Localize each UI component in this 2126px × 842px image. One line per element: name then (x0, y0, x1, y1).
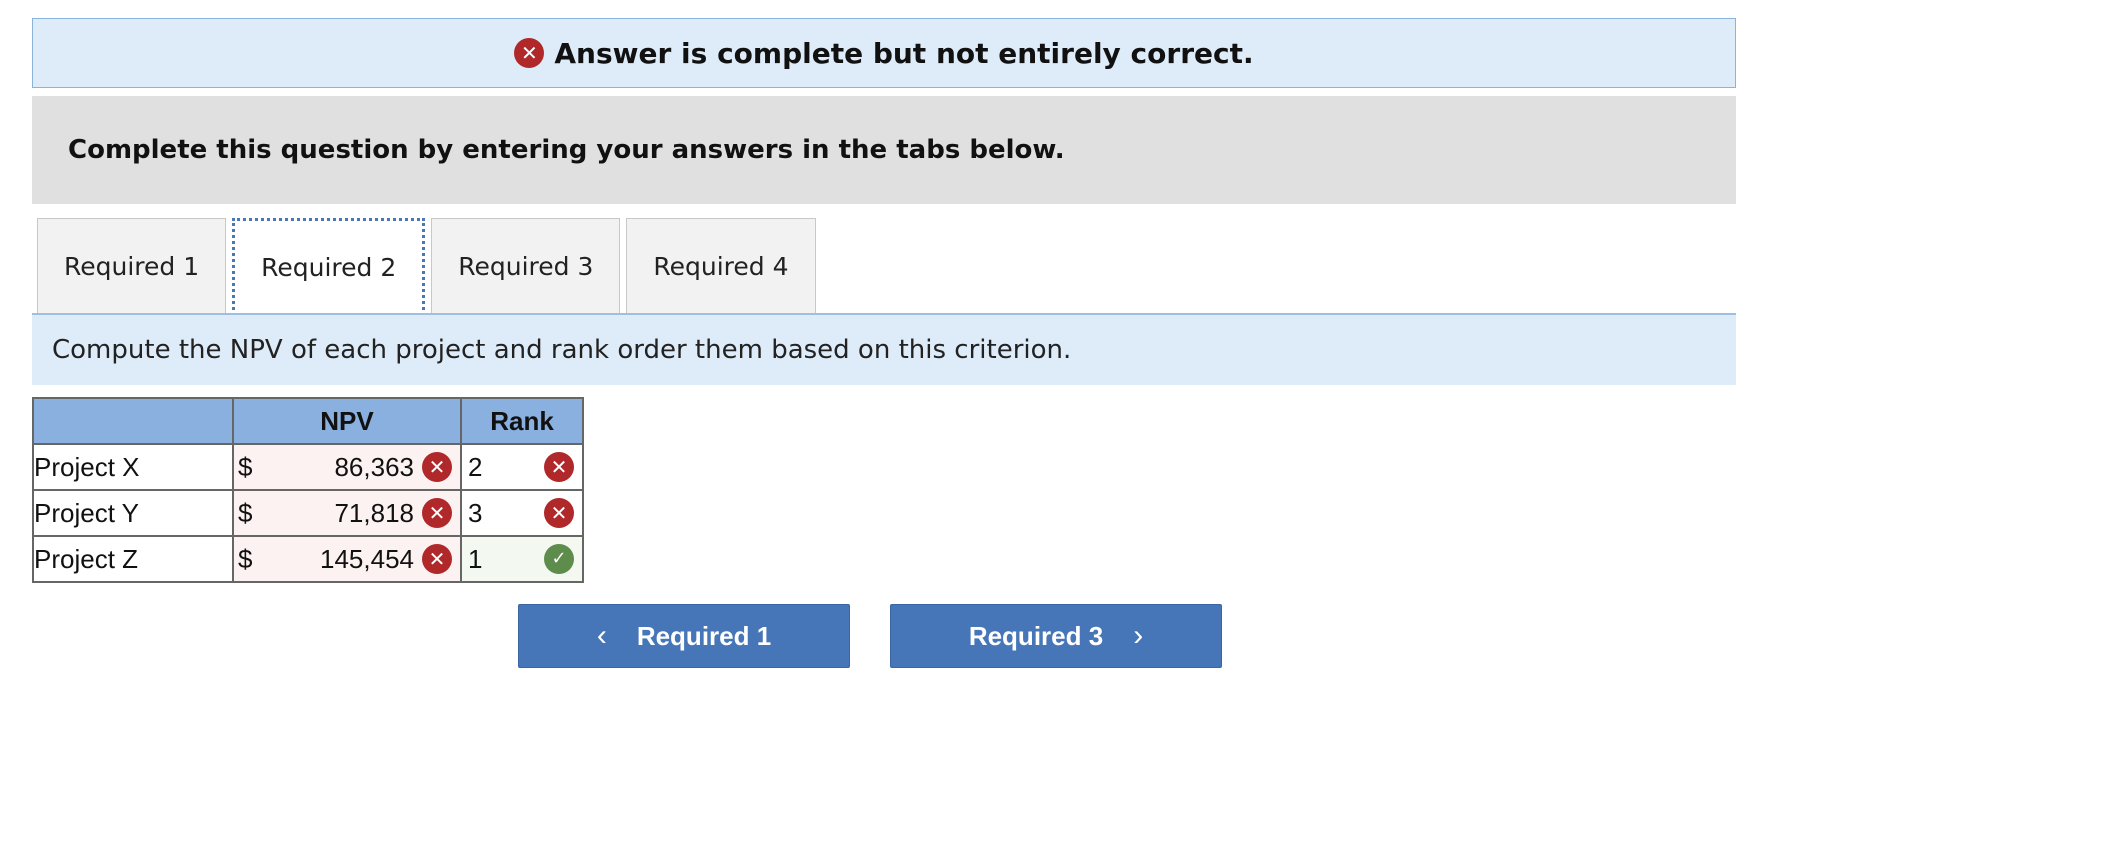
rank-input[interactable]: 1 ✓ (460, 535, 584, 583)
table-header-row: NPV Rank (32, 397, 584, 445)
feedback-text: Answer is complete but not entirely corr… (554, 36, 1254, 70)
feedback-banner: ✕ Answer is complete but not entirely co… (32, 18, 1736, 88)
npv-value: 86,363 (334, 451, 414, 482)
tab-required-3[interactable]: Required 3 (431, 218, 621, 314)
incorrect-icon: ✕ (422, 498, 452, 528)
project-name: Project Z (32, 535, 234, 583)
chevron-right-icon: › (1133, 619, 1144, 652)
npv-table: NPV Rank Project X $ 86,363 ✕ 2 ✕ Projec… (32, 397, 584, 583)
rank-value: 1 (468, 543, 483, 574)
chevron-left-icon: ‹ (596, 619, 607, 652)
npv-value: 145,454 (320, 543, 414, 574)
tab-label: Required 3 (458, 252, 594, 281)
currency-symbol: $ (238, 451, 253, 482)
tab-bar: Required 1 Required 2 Required 3 Require… (37, 218, 816, 316)
incorrect-icon: ✕ (544, 498, 574, 528)
question-prompt: Compute the NPV of each project and rank… (32, 315, 1736, 385)
tab-label: Required 1 (64, 252, 200, 281)
previous-button-label: Required 1 (636, 620, 772, 651)
npv-input[interactable]: $ 86,363 ✕ (232, 443, 462, 491)
instruction-panel: Complete this question by entering your … (32, 96, 1736, 204)
tab-required-4[interactable]: Required 4 (626, 218, 816, 314)
table-row: Project Y $ 71,818 ✕ 3 ✕ (32, 489, 584, 537)
project-name: Project Y (32, 489, 234, 537)
currency-symbol: $ (238, 543, 253, 574)
rank-input[interactable]: 3 ✕ (460, 489, 584, 537)
rank-value: 3 (468, 497, 483, 528)
tab-required-2[interactable]: Required 2 (232, 218, 426, 316)
header-npv: NPV (232, 397, 462, 445)
table-row: Project X $ 86,363 ✕ 2 ✕ (32, 443, 584, 491)
prompt-text: Compute the NPV of each project and rank… (52, 335, 1072, 365)
npv-input[interactable]: $ 145,454 ✕ (232, 535, 462, 583)
npv-input[interactable]: $ 71,818 ✕ (232, 489, 462, 537)
previous-tab-button[interactable]: ‹ Required 1 (518, 604, 850, 668)
incorrect-icon: ✕ (422, 452, 452, 482)
incorrect-icon: ✕ (544, 452, 574, 482)
project-name: Project X (32, 443, 234, 491)
header-project (32, 397, 234, 445)
instruction-text: Complete this question by entering your … (68, 135, 1065, 165)
currency-symbol: $ (238, 497, 253, 528)
header-rank: Rank (460, 397, 584, 445)
error-icon: ✕ (514, 38, 545, 68)
next-button-label: Required 3 (968, 620, 1104, 651)
checkmark-icon: ✓ (544, 544, 574, 574)
rank-value: 2 (468, 451, 483, 482)
rank-input[interactable]: 2 ✕ (460, 443, 584, 491)
incorrect-icon: ✕ (422, 544, 452, 574)
npv-value: 71,818 (334, 497, 414, 528)
next-tab-button[interactable]: Required 3 › (890, 604, 1222, 668)
table-row: Project Z $ 145,454 ✕ 1 ✓ (32, 535, 584, 583)
tab-label: Required 4 (653, 252, 789, 281)
tab-required-1[interactable]: Required 1 (37, 218, 227, 314)
tab-label: Required 2 (261, 252, 397, 282)
